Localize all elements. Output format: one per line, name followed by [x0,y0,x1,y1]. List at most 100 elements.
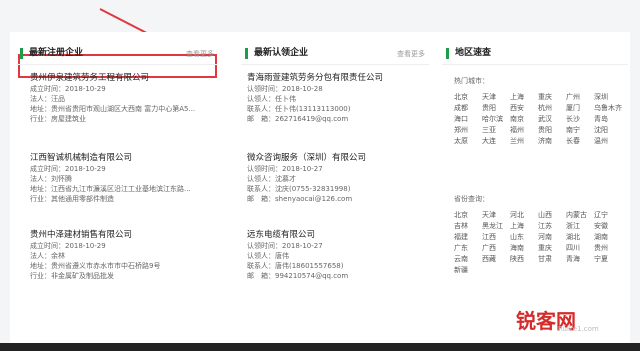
address: 地址：江西省九江市濂溪区沿江工业基地滨江东路... [30,185,191,193]
hot-city-link[interactable]: 西安 [510,103,538,114]
province-link[interactable]: 云南 [454,254,482,265]
bottom-band [0,343,640,351]
region-lookup-section: 地区速查 热门城市： 北京 天津 上海 重庆 广州 深圳 成都 贵阳 西安 杭州 厦门 乌鲁木齐 海口哈… [442,46,628,274]
section-title: 地区速查 [446,48,491,59]
hot-city-link[interactable]: 广州 [566,92,594,103]
hot-city-link[interactable]: 北京 [454,92,482,103]
hot-city-link[interactable]: 温州 [594,136,622,147]
hot-city-link[interactable]: 成都 [454,103,482,114]
company-name[interactable]: 微众咨询服务（深圳）有限公司 [247,152,366,164]
company-name[interactable]: 远东电缆有限公司 [247,229,348,241]
company-entry[interactable]: 贵州中泽建材销售有限公司 成立时间：2018-10-29 法人：余林 地址：贵州… [30,229,160,281]
section-header: 最新注册企业 查看更多 [16,46,218,65]
hot-city-link[interactable]: 天津 [482,92,510,103]
hot-city-link[interactable]: 贵阳 [538,125,566,136]
province-link[interactable]: 北京 [454,210,482,221]
province-link[interactable]: 陕西 [510,254,538,265]
province-link[interactable]: 河南 [538,232,566,243]
province-link[interactable]: 黑龙江 [482,221,510,232]
founded-date: 成立时间：2018-10-29 [30,165,106,173]
email: 邮 箱：shenyaocai@126.com [247,195,353,203]
hot-city-link[interactable]: 上海 [510,92,538,103]
hot-city-link[interactable]: 重庆 [538,92,566,103]
company-entry[interactable]: 远东电缆有限公司 认领时间：2018-10-27 认领人：唐伟 联系人：唐伟(1… [247,229,348,281]
view-more-link[interactable]: 查看更多 [397,49,425,59]
hot-city-link[interactable]: 厦门 [566,103,594,114]
company-entry[interactable]: 青海雨萱建筑劳务分包有限责任公司 认领时间：2018-10-28 认领人：任卜伟… [247,72,383,124]
province-link[interactable]: 上海 [510,221,538,232]
province-link[interactable]: 重庆 [538,243,566,254]
hot-city-link[interactable]: 海口 [454,114,482,125]
hot-city-link[interactable]: 福州 [510,125,538,136]
hot-city-link[interactable]: 郑州 [454,125,482,136]
province-link[interactable]: 新疆 [454,265,482,276]
contact: 联系人：唐伟(18601557658) [247,262,344,270]
company-name[interactable]: 青海雨萱建筑劳务分包有限责任公司 [247,72,383,84]
company-entry[interactable]: 江西智诚机械制造有限公司 成立时间：2018-10-29 法人：刘怀腾 地址：江… [30,152,191,204]
hot-city-link[interactable]: 沈阳 [594,125,622,136]
province-link[interactable]: 山东 [510,232,538,243]
contact: 联系人：沈庆(0755-32831998) [247,185,351,193]
hot-cities-label: 热门城市： [454,77,489,85]
province-link[interactable]: 吉林 [454,221,482,232]
hot-city-link[interactable]: 太原 [454,136,482,147]
province-link[interactable]: 宁夏 [594,254,622,265]
provinces-label: 省份查询： [454,195,489,203]
claim-date: 认领时间：2018-10-28 [247,85,323,93]
province-link[interactable]: 河北 [510,210,538,221]
industry: 行业：房屋建筑业 [30,115,86,123]
province-link[interactable]: 安徽 [594,221,622,232]
company-name[interactable]: 贵州中泽建材销售有限公司 [30,229,160,241]
province-link[interactable]: 湖南 [594,232,622,243]
province-link[interactable]: 甘肃 [538,254,566,265]
province-link[interactable]: 江苏 [538,221,566,232]
hot-city-link[interactable]: 南宁 [566,125,594,136]
province-link[interactable]: 浙江 [566,221,594,232]
hot-city-link[interactable]: 青岛 [594,114,622,125]
section-header: 地区速查 [442,46,628,65]
province-link[interactable]: 青海 [566,254,594,265]
hot-city-link[interactable]: 三亚 [482,125,510,136]
hot-city-link[interactable]: 南京 [510,114,538,125]
claimant: 认领人：任卜伟 [247,95,296,103]
claimant: 认领人：沈慕才 [247,175,296,183]
hot-city-link[interactable]: 大连 [482,136,510,147]
province-link[interactable]: 内蒙古 [566,210,594,221]
province-link[interactable]: 西藏 [482,254,510,265]
section-title: 最新认领企业 [245,48,308,59]
province-link[interactable]: 江西 [482,232,510,243]
claimant: 认领人：唐伟 [247,252,289,260]
hot-city-link[interactable]: 武汉 [538,114,566,125]
province-link[interactable]: 四川 [566,243,594,254]
province-link[interactable]: 山西 [538,210,566,221]
company-entry[interactable]: 贵州伊泉建筑劳务工程有限公司 成立时间：2018-10-29 法人：汪品 地址：… [30,72,195,124]
view-more-link[interactable]: 查看更多 [186,49,214,59]
email: 邮 箱：262716419@qq.com [247,115,349,123]
province-link[interactable]: 福建 [454,232,482,243]
province-link[interactable]: 海南 [510,243,538,254]
industry: 行业：其他通用零部件制造 [30,195,114,203]
hot-city-link[interactable]: 济南 [538,136,566,147]
claim-date: 认领时间：2018-10-27 [247,242,323,250]
company-entry[interactable]: 微众咨询服务（深圳）有限公司 认领时间：2018-10-27 认领人：沈慕才 联… [247,152,366,204]
province-link[interactable]: 天津 [482,210,510,221]
address: 地址：贵州省遵义市赤水市市中石桥路9号 [30,262,161,270]
hot-city-link[interactable]: 杭州 [538,103,566,114]
hot-city-link[interactable]: 长沙 [566,114,594,125]
hot-city-link[interactable]: 乌鲁木齐 [594,103,622,114]
province-link[interactable]: 贵州 [594,243,622,254]
hot-city-link[interactable]: 兰州 [510,136,538,147]
latest-claimed-section: 最新认领企业 查看更多 青海雨萱建筑劳务分包有限责任公司 认领时间：2018-1… [241,46,429,280]
hot-city-link[interactable]: 深圳 [594,92,622,103]
company-name[interactable]: 江西智诚机械制造有限公司 [30,152,191,164]
hot-city-link[interactable]: 哈尔滨 [482,114,510,125]
company-name[interactable]: 贵州伊泉建筑劳务工程有限公司 [30,72,195,84]
address: 地址：贵州省贵阳市观山湖区大西南 富力中心第A5... [30,105,196,113]
hot-city-link[interactable]: 贵阳 [482,103,510,114]
province-link[interactable]: 辽宁 [594,210,622,221]
province-link[interactable]: 湖北 [566,232,594,243]
hot-city-link[interactable]: 长春 [566,136,594,147]
main-panel: 最新注册企业 查看更多 贵州伊泉建筑劳务工程有限公司 成立时间：2018-10-… [10,32,630,347]
province-link[interactable]: 广西 [482,243,510,254]
province-link[interactable]: 广东 [454,243,482,254]
